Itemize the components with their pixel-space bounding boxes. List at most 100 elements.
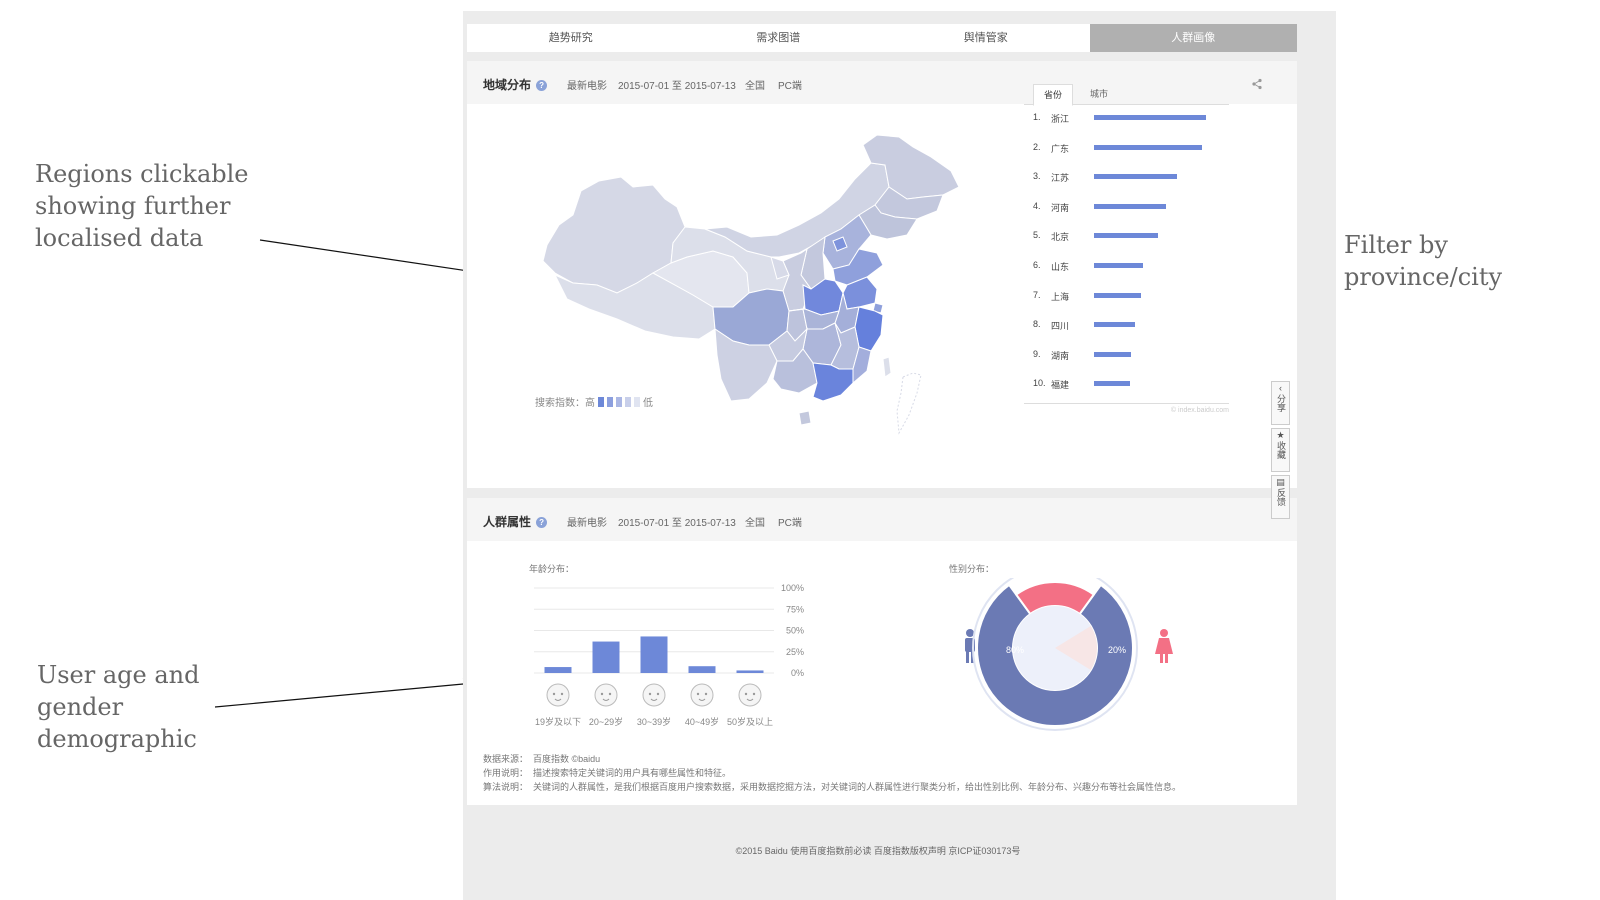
age-bar[interactable] [544, 667, 572, 673]
share-icon: ‹ [1279, 383, 1282, 393]
rank-row[interactable]: 6. 山东 [1024, 254, 1229, 284]
age-bar[interactable] [640, 636, 668, 673]
crowd-device[interactable]: PC端 [778, 514, 802, 529]
rank-number: 4. [1033, 200, 1041, 211]
map-region-hainan[interactable] [798, 410, 812, 426]
face-eye [752, 692, 756, 696]
rank-bar [1094, 144, 1202, 150]
age-label: 年龄分布： [529, 564, 575, 574]
tab-sentiment[interactable]: 舆情管家 [882, 24, 1090, 52]
rank-bar [1094, 233, 1158, 239]
rank-name: 北京 [1051, 232, 1070, 243]
face-eye [696, 692, 700, 696]
rank-row[interactable]: 2. 广东 [1024, 136, 1229, 166]
footnote-purpose: 作用说明： 描述搜索特定关键词的用户具有哪些属性和特征。 [483, 768, 732, 778]
y-tick-label: 75% [786, 604, 804, 614]
legend-swatch [634, 396, 640, 407]
rank-number: 2. [1033, 141, 1041, 152]
face-icon [738, 683, 762, 707]
footnote-method: 算法说明： 关键词的人群属性，是我们根据百度用户搜索数据，采用数据挖掘方法，对关… [483, 782, 1182, 792]
rank-bar [1094, 351, 1131, 357]
rank-name: 福建 [1051, 380, 1070, 391]
map-region-taiwan[interactable] [882, 356, 892, 378]
rank-tabs: 省份 城市 [1024, 84, 1229, 106]
rank-name: 湖南 [1051, 350, 1070, 361]
rank-name: 山东 [1051, 261, 1070, 272]
feedback-icon: ▤ [1276, 477, 1285, 487]
crowd-date-range[interactable]: 2015-07-01 至 2015-07-13 [618, 514, 736, 529]
arrow-to-age [214, 683, 474, 708]
age-category-label: 50岁及以上 [727, 716, 773, 727]
face-eye [648, 692, 652, 696]
legend-high-label: 搜索指数：高 [535, 398, 595, 409]
tab-trend[interactable]: 趋势研究 [467, 24, 675, 52]
help-icon[interactable]: ? [536, 80, 548, 92]
rank-number: 1. [1033, 112, 1041, 122]
tab-city[interactable]: 城市 [1080, 84, 1118, 104]
age-bar[interactable] [592, 641, 620, 673]
rank-row[interactable]: 4. 河南 [1024, 195, 1229, 225]
y-tick-label: 25% [786, 647, 804, 657]
rank-number: 10. [1033, 378, 1046, 389]
region-area[interactable]: 全国 [745, 77, 765, 92]
rank-row[interactable]: 5. 北京 [1024, 224, 1229, 254]
annotation-filter: Filter by province/city [1344, 231, 1503, 291]
rank-number: 5. [1033, 230, 1041, 241]
age-bar[interactable] [736, 670, 764, 673]
rank-bar [1094, 174, 1177, 180]
legend-low-label: 低 [643, 398, 653, 409]
rank-row[interactable]: 10. 福建 [1024, 372, 1229, 402]
rank-bar [1094, 203, 1166, 209]
legend-swatch [598, 396, 604, 407]
legend-swatch [616, 396, 622, 407]
annotation-demographic: User age and gender demographic [37, 661, 200, 753]
rank-number: 3. [1033, 171, 1041, 182]
rank-list: 1. 浙江 2. 广东 3. 江苏 4. 河南 5. 北京 6. 山东 7. 上海 8. 四川 9. 湖南 10. 福… [1024, 106, 1229, 402]
footnote-source: 数据来源： 百度指数 ©baidu [483, 754, 601, 764]
age-bar[interactable] [688, 666, 716, 673]
rank-watermark: © index.baidu.com [1024, 403, 1229, 414]
crowd-header: 人群属性? 最新电影 2015-07-01 至 2015-07-13 全国 PC… [467, 498, 1297, 541]
crowd-title: 人群属性? [483, 513, 548, 530]
rank-name: 浙江 [1051, 114, 1070, 124]
rank-row[interactable]: 8. 四川 [1024, 313, 1229, 343]
annotation-regions: Regions clickable showing further locali… [35, 160, 249, 252]
rank-bar [1094, 322, 1136, 328]
face-icon [642, 683, 666, 707]
face-eye [600, 692, 604, 696]
age-category-label: 20~29岁 [589, 716, 623, 727]
rank-bar [1094, 381, 1130, 387]
side-share-button[interactable]: ‹ 分享 [1271, 381, 1290, 425]
region-card: 地域分布? 最新电影 2015-07-01 至 2015-07-13 全国 PC… [467, 61, 1297, 488]
rank-row[interactable]: 1. 浙江 [1024, 106, 1229, 136]
side-favorite-button[interactable]: ★ 收藏 [1271, 428, 1290, 472]
rank-number: 7. [1033, 289, 1041, 300]
age-category-label: 30~39岁 [637, 716, 671, 727]
legend-swatch [607, 396, 613, 407]
copyright: ©2015 Baidu 使用百度指数前必读 百度指数版权声明 京ICP证0301… [735, 846, 1021, 856]
map-region-guangdong[interactable] [812, 362, 854, 402]
rank-row[interactable]: 7. 上海 [1024, 284, 1229, 314]
rank-row[interactable]: 3. 江苏 [1024, 165, 1229, 195]
y-tick-label: 100% [781, 583, 804, 593]
south-china-sea-inset [896, 372, 922, 435]
tab-crowd[interactable]: 人群画像 [1089, 24, 1297, 52]
tab-province[interactable]: 省份 [1033, 84, 1073, 106]
gender-label: 性别分布： [949, 564, 995, 574]
rank-row[interactable]: 9. 湖南 [1024, 343, 1229, 373]
crowd-card: 人群属性? 最新电影 2015-07-01 至 2015-07-13 全国 PC… [467, 498, 1297, 805]
map-region-zhejiang[interactable] [854, 306, 884, 352]
crowd-area[interactable]: 全国 [745, 514, 765, 529]
region-device[interactable]: PC端 [778, 77, 802, 92]
region-date-range[interactable]: 2015-07-01 至 2015-07-13 [618, 77, 736, 92]
rank-bar [1094, 115, 1206, 120]
face-eye [656, 692, 660, 696]
help-icon[interactable]: ? [536, 517, 548, 529]
face-eye [552, 692, 556, 696]
map-legend: 搜索指数：高 低 [535, 394, 653, 409]
tab-demand[interactable]: 需求图谱 [675, 24, 883, 52]
side-feedback-button[interactable]: ▤ 反馈 [1271, 475, 1290, 519]
y-tick-label: 50% [786, 626, 804, 636]
share-icon[interactable] [1251, 78, 1263, 90]
rank-number: 8. [1033, 319, 1041, 330]
